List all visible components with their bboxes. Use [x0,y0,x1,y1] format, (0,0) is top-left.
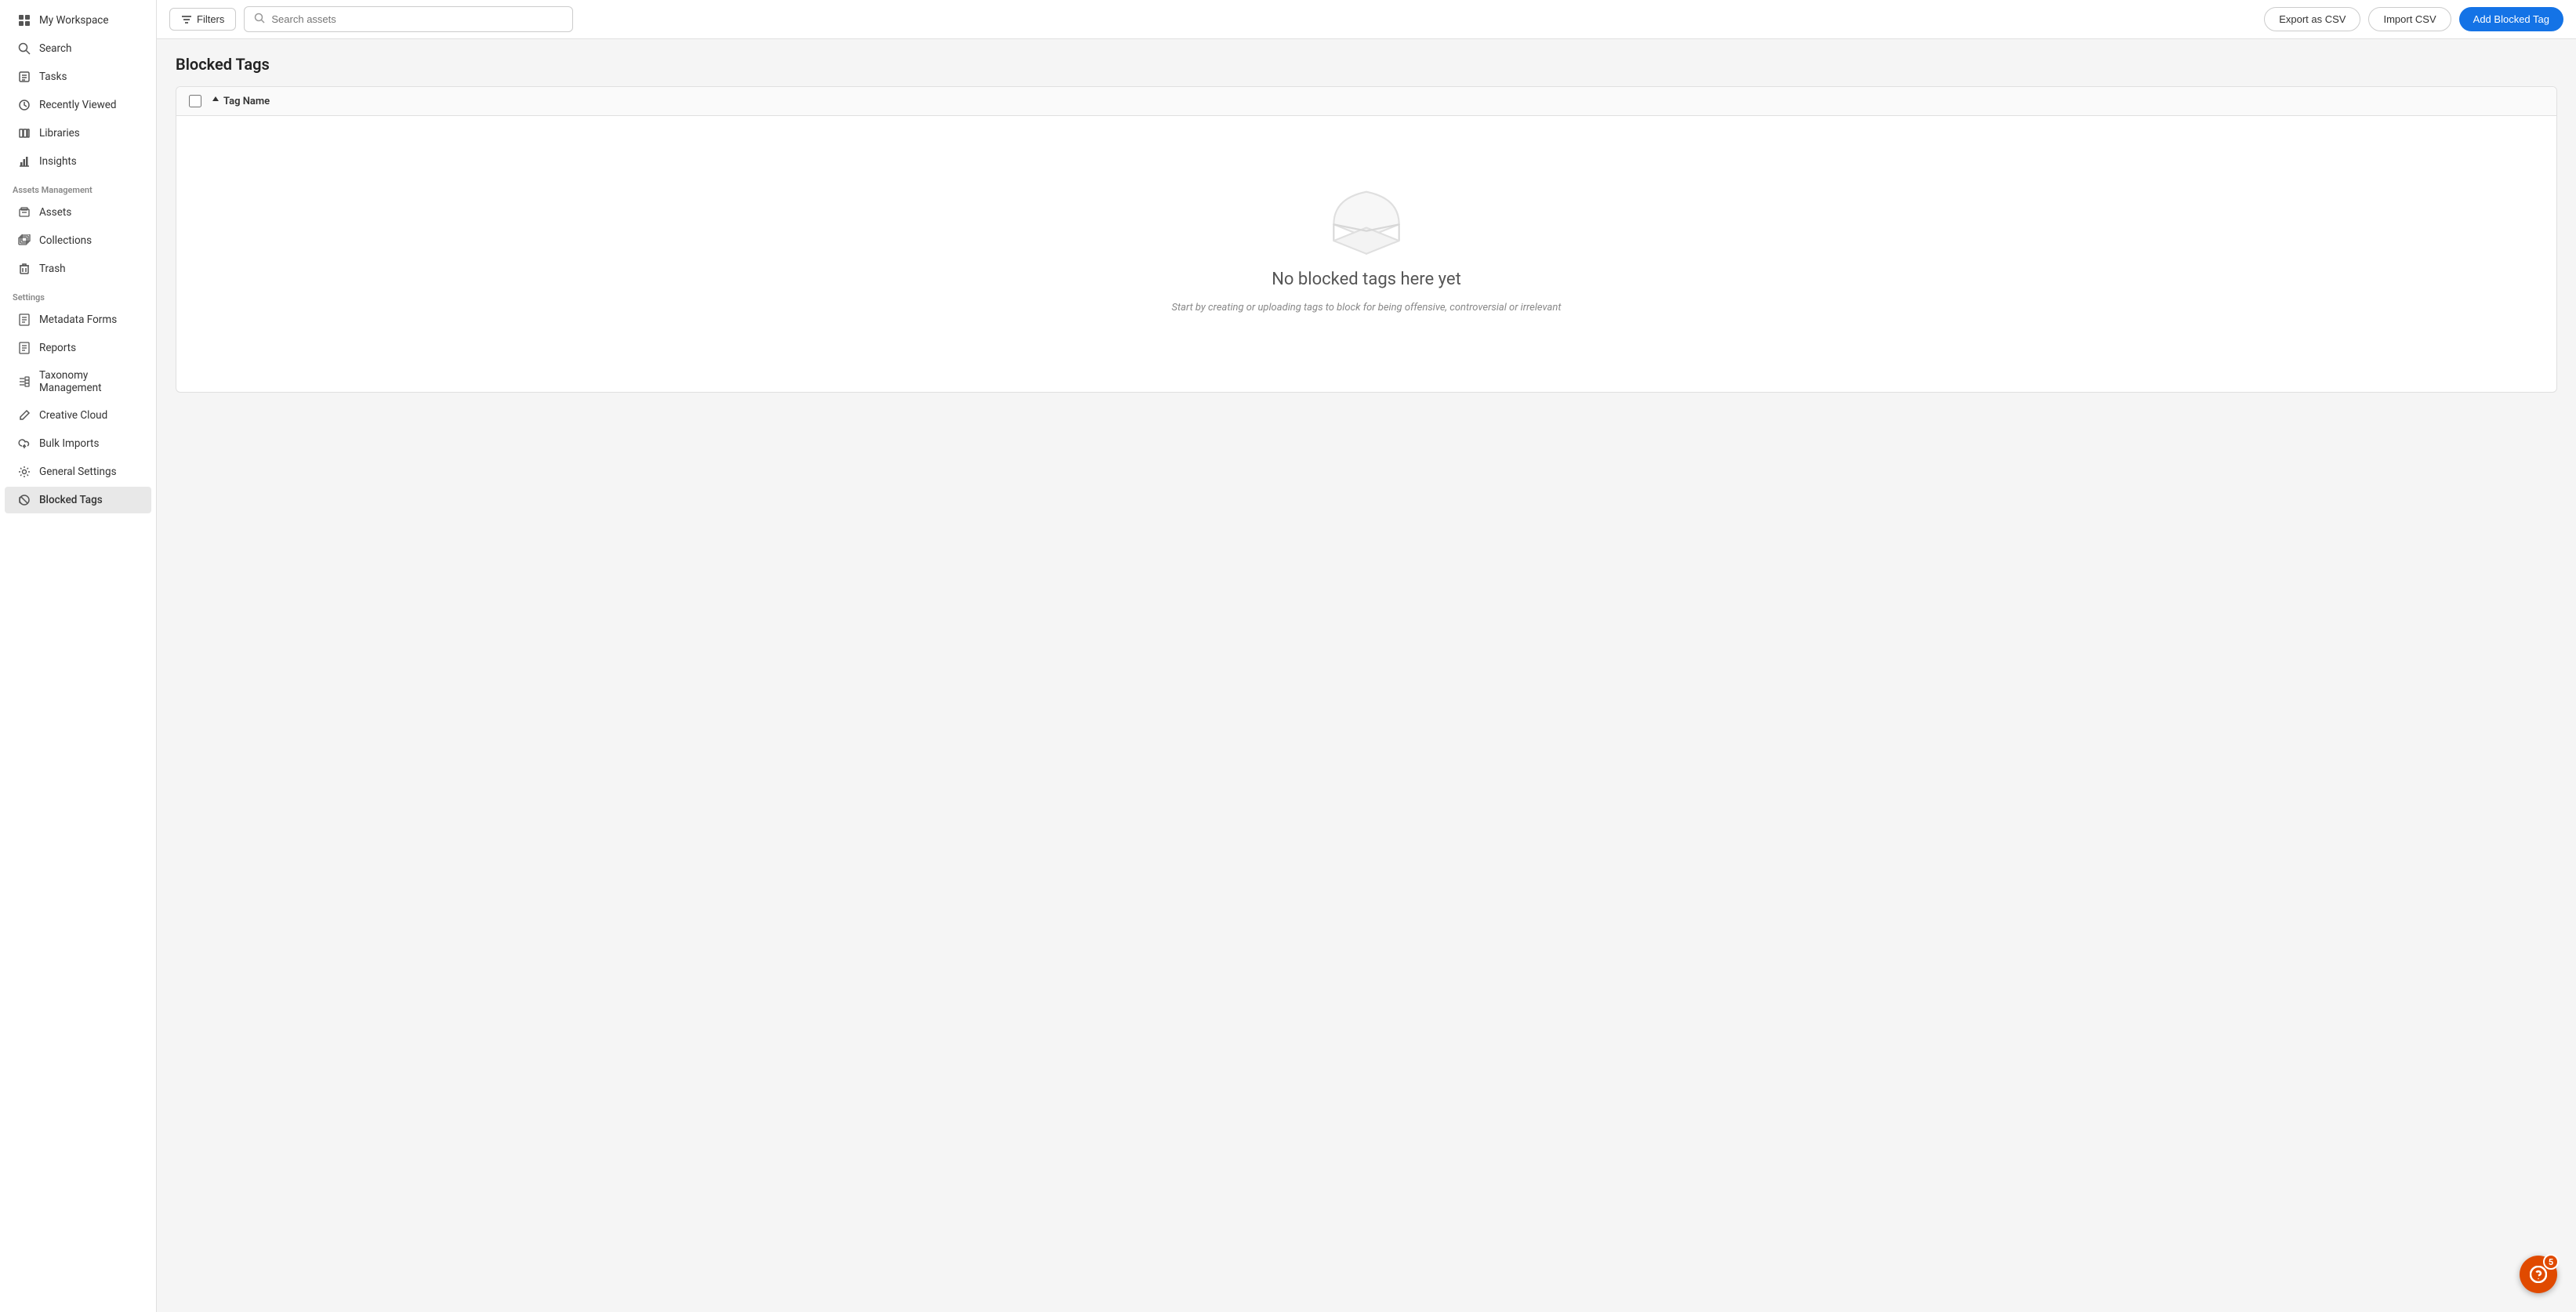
filter-icon [181,14,192,25]
sidebar-label-search: Search [39,42,71,55]
taxonomy-icon [17,375,31,389]
blocked-icon [17,493,31,507]
pen-icon [17,408,31,422]
search-icon [254,12,265,27]
select-all-checkbox[interactable] [189,95,201,107]
empty-state: No blocked tags here yet Start by creati… [176,116,2556,392]
sidebar-label-creative-cloud: Creative Cloud [39,409,107,422]
sidebar-item-assets[interactable]: Assets [5,199,151,226]
topbar: Filters Export as CSV Import CSV Add Blo… [157,0,2576,39]
sidebar-item-insights[interactable]: Insights [5,148,151,175]
content-area: Blocked Tags Tag Name [157,39,2576,1312]
sidebar-label-blocked-tags: Blocked Tags [39,494,103,506]
filters-button[interactable]: Filters [169,8,236,31]
sidebar-item-taxonomy-management[interactable]: Taxonomy Management [5,363,151,400]
search-box [244,6,573,32]
library-icon [17,126,31,140]
blocked-tags-table: Tag Name [176,86,2557,393]
assets-icon [17,205,31,219]
sidebar-label-metadata-forms: Metadata Forms [39,314,117,326]
empty-state-subtitle: Start by creating or uploading tags to b… [1172,302,1562,314]
sidebar-label-bulk-imports: Bulk Imports [39,437,99,450]
sidebar-item-collections[interactable]: Collections [5,227,151,254]
tasks-icon [17,70,31,84]
sort-up-icon [211,95,220,107]
search-icon [17,42,31,56]
sidebar-item-libraries[interactable]: Libraries [5,120,151,147]
sidebar-label-reports: Reports [39,342,76,354]
sidebar-item-reports[interactable]: Reports [5,335,151,361]
report-icon [17,341,31,355]
filters-label: Filters [197,13,224,25]
gear-icon [17,465,31,479]
collections-icon [17,234,31,248]
add-blocked-tag-button[interactable]: Add Blocked Tag [2459,7,2563,31]
import-csv-button[interactable]: Import CSV [2368,7,2451,31]
chart-icon [17,154,31,169]
search-input[interactable] [271,13,563,25]
question-mark-icon [2530,1266,2547,1283]
sidebar-label-taxonomy-management: Taxonomy Management [39,369,139,394]
sidebar-item-creative-cloud[interactable]: Creative Cloud [5,402,151,429]
sidebar-item-search[interactable]: Search [5,35,151,62]
sidebar-label-collections: Collections [39,234,92,247]
topbar-actions: Export as CSV Import CSV Add Blocked Tag [2264,7,2563,31]
sidebar-label-tasks: Tasks [39,71,67,83]
sidebar-label-insights: Insights [39,155,77,168]
sidebar-label-recently-viewed: Recently Viewed [39,99,117,111]
sidebar-item-tasks[interactable]: Tasks [5,63,151,90]
section-settings: Settings [0,283,156,306]
sidebar-item-metadata-forms[interactable]: Metadata Forms [5,306,151,333]
export-csv-button[interactable]: Export as CSV [2264,7,2360,31]
sidebar-item-blocked-tags[interactable]: Blocked Tags [5,487,151,513]
sidebar-label-libraries: Libraries [39,127,80,140]
sidebar-label-general-settings: General Settings [39,466,117,478]
main-content: Filters Export as CSV Import CSV Add Blo… [157,0,2576,1312]
sidebar-item-recently-viewed[interactable]: Recently Viewed [5,92,151,118]
sidebar-item-general-settings[interactable]: General Settings [5,458,151,485]
sidebar: My Workspace Search Tasks [0,0,157,1312]
sidebar-label-assets: Assets [39,206,71,219]
cloud-icon [17,437,31,451]
sidebar-item-trash[interactable]: Trash [5,256,151,282]
empty-state-title: No blocked tags here yet [1272,270,1461,289]
sidebar-label-my-workspace: My Workspace [39,14,109,27]
help-count-badge: 5 [2543,1254,2559,1270]
page-title: Blocked Tags [176,55,2557,74]
table-header: Tag Name [176,87,2556,116]
grid-icon [17,13,31,27]
sidebar-item-bulk-imports[interactable]: Bulk Imports [5,430,151,457]
col-tag-name[interactable]: Tag Name [211,95,270,107]
sidebar-label-trash: Trash [39,263,66,275]
help-button[interactable]: 5 [2520,1256,2557,1293]
col-tag-name-label: Tag Name [223,96,270,107]
sidebar-item-my-workspace[interactable]: My Workspace [5,7,151,34]
section-assets-management: Assets Management [0,176,156,198]
form-icon [17,313,31,327]
trash-icon [17,262,31,276]
empty-box-icon [1319,179,1413,257]
clock-icon [17,98,31,112]
